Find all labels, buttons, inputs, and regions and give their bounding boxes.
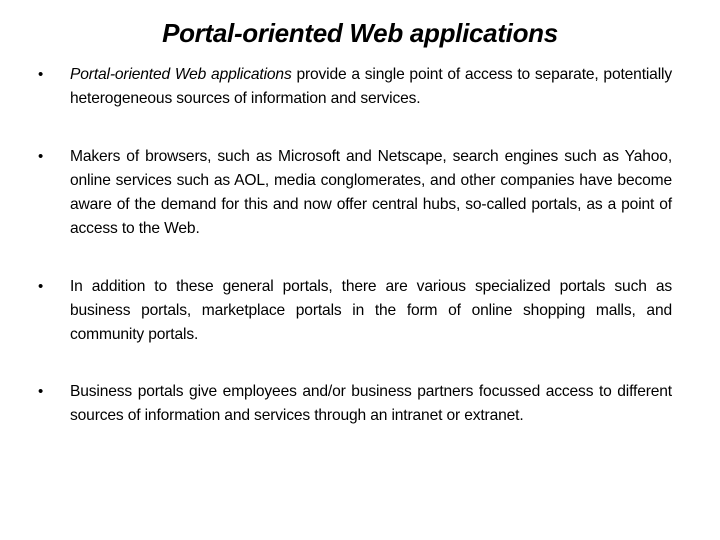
bullet-dot-icon: • (38, 148, 44, 165)
slide-title: Portal-oriented Web applications (162, 18, 558, 48)
bullet-emphasis: Portal-oriented Web applications (70, 66, 292, 83)
bullet-text: Makers of browsers, such as Microsoft an… (70, 148, 672, 237)
bullet-item: • Makers of browsers, such as Microsoft … (0, 145, 672, 241)
bullet-item: • Business portals give employees and/or… (0, 380, 672, 428)
bullet-list: • Portal-oriented Web applications provi… (0, 63, 720, 428)
bullet-item: • In addition to these general portals, … (0, 275, 672, 347)
bullet-item: • Portal-oriented Web applications provi… (0, 63, 672, 111)
bullet-text: Business portals give employees and/or b… (70, 383, 672, 424)
bullet-dot-icon: • (38, 383, 44, 400)
bullet-dot-icon: • (38, 278, 44, 295)
bullet-text: In addition to these general portals, th… (70, 278, 672, 343)
bullet-dot-icon: • (38, 66, 44, 83)
